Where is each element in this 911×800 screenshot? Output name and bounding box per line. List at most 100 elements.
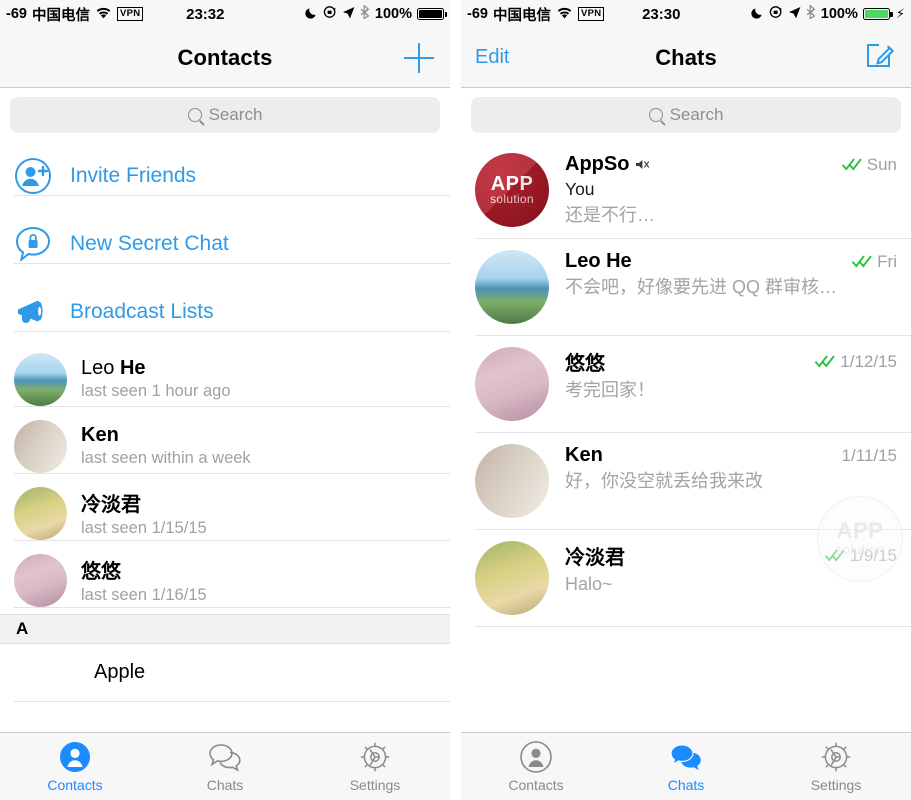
chat-row[interactable]: Leo He Fri 不会吧，好像要先进 QQ 群审核… <box>461 239 911 337</box>
chat-name: Ken <box>565 444 603 467</box>
contacts-list[interactable]: Invite Friends New Secret Chat Broadcast… <box>0 142 450 732</box>
tab-label: Chats <box>206 777 244 793</box>
carrier-name: 中国电信 <box>492 7 551 24</box>
search-container: Search <box>461 88 911 142</box>
status-bar: -69 中国电信 VPN 23:30 100% ⚡ <box>461 0 911 28</box>
contacts-screen: -69 中国电信 VPN 23:32 100% Contacts Search … <box>0 0 450 800</box>
person-filled-icon <box>58 740 92 774</box>
search-input[interactable]: Search <box>471 97 901 133</box>
contact-row[interactable]: Leo He last seen 1 hour ago <box>0 346 450 413</box>
chat-bubbles-icon <box>208 740 242 774</box>
bluetooth-icon <box>806 4 816 23</box>
gear-icon <box>819 740 853 774</box>
chat-message: 还是不行… <box>565 204 655 225</box>
vpn-badge: VPN <box>577 7 605 21</box>
chat-name: 悠悠 <box>565 353 605 376</box>
read-receipt-icon <box>815 355 836 368</box>
tab-contacts[interactable]: Contacts <box>0 740 150 793</box>
read-receipt-icon <box>852 255 873 268</box>
search-placeholder: Search <box>669 105 724 124</box>
lock-bubble-icon <box>14 225 52 263</box>
dual-screenshot: -69 中国电信 VPN 23:32 100% Contacts Search … <box>0 0 911 800</box>
add-contact-button[interactable] <box>404 42 434 73</box>
tab-settings[interactable]: Settings <box>300 740 450 793</box>
battery-icon <box>416 8 447 20</box>
contact-name: Ken <box>81 424 119 446</box>
bluetooth-icon <box>360 4 370 23</box>
tab-label: Settings <box>810 777 862 793</box>
chat-row[interactable]: 悠悠 1/12/15 考完回家！ <box>461 336 911 434</box>
compose-icon[interactable] <box>865 40 895 75</box>
page-title: Contacts <box>177 44 273 70</box>
signal-strength-value: -69 <box>467 6 488 22</box>
chat-date: 1/11/15 <box>841 445 897 465</box>
contact-row[interactable]: 冷淡君 last seen 1/15/15 <box>0 480 450 547</box>
chat-name: AppSo <box>565 153 630 175</box>
search-icon <box>187 108 202 122</box>
contact-name: Apple <box>94 661 146 683</box>
avatar-text-secondary: solution <box>490 192 534 206</box>
mute-icon <box>635 158 650 171</box>
contact-row-apple[interactable]: Apple <box>0 644 450 702</box>
battery-icon <box>862 8 893 20</box>
chat-row[interactable]: 冷淡君 1/9/15 Halo~ <box>461 530 911 628</box>
avatar <box>14 486 67 540</box>
contact-row[interactable]: Ken last seen within a week <box>0 413 450 480</box>
action-row-broadcast-lists[interactable]: Broadcast Lists <box>0 278 450 346</box>
avatar-text-primary: APP <box>490 173 534 195</box>
tab-chats[interactable]: Chats <box>150 740 300 793</box>
contact-status: last seen within a week <box>81 449 251 467</box>
status-time: 23:30 <box>642 5 681 23</box>
chat-date: Sun <box>866 154 897 174</box>
tab-contacts[interactable]: Contacts <box>461 740 611 793</box>
status-time: 23:32 <box>186 5 225 23</box>
status-bar: -69 中国电信 VPN 23:32 100% <box>0 0 450 28</box>
location-arrow-icon <box>342 6 355 23</box>
chats-list[interactable]: APP solution AppSo Sun You 还是不行… Leo He … <box>461 142 911 732</box>
panel-divider <box>450 0 461 800</box>
chat-date: 1/9/15 <box>849 545 897 565</box>
chat-author: You <box>565 179 595 199</box>
avatar <box>475 250 549 325</box>
chat-name: 冷淡君 <box>565 547 625 570</box>
wifi-icon <box>95 6 112 23</box>
rotation-lock-icon <box>323 5 337 23</box>
compose-button[interactable] <box>865 40 895 75</box>
rotation-lock-icon <box>769 5 783 23</box>
moon-icon <box>305 6 318 23</box>
search-container: Search <box>0 88 450 142</box>
section-header: A <box>0 614 450 644</box>
charging-bolt-icon: ⚡ <box>895 6 905 21</box>
contact-name: Leo He <box>81 357 146 379</box>
chat-bubbles-filled-icon <box>669 740 703 774</box>
contact-name: 悠悠 <box>81 561 121 583</box>
chat-row[interactable]: Ken 1/11/15 好，你没空就丢给我来改 <box>461 433 911 531</box>
plus-icon[interactable] <box>404 42 434 73</box>
action-row-invite-friends[interactable]: Invite Friends <box>0 142 450 210</box>
vpn-badge: VPN <box>116 7 144 21</box>
tab-bar: Contacts Chats Settings <box>461 732 911 800</box>
tab-bar: Contacts Chats Settings <box>0 732 450 800</box>
page-title: Chats <box>655 44 717 70</box>
action-row-new-secret-chat[interactable]: New Secret Chat <box>0 210 450 278</box>
tab-settings[interactable]: Settings <box>761 740 911 793</box>
tab-chats[interactable]: Chats <box>611 740 761 793</box>
contact-status: last seen 1/16/15 <box>81 586 207 604</box>
chat-row[interactable]: APP solution AppSo Sun You 还是不行… <box>461 142 911 240</box>
contact-name: 冷淡君 <box>81 494 141 516</box>
location-arrow-icon <box>788 6 801 23</box>
search-placeholder: Search <box>208 105 263 124</box>
action-label: Invite Friends <box>70 163 197 187</box>
chat-date: Fri <box>877 251 897 271</box>
moon-icon <box>751 6 764 23</box>
avatar <box>475 541 549 616</box>
edit-button[interactable]: Edit <box>475 46 509 69</box>
battery-percentage: 100% <box>820 6 858 22</box>
action-label: New Secret Chat <box>70 231 229 255</box>
navigation-bar: Edit Chats <box>461 28 911 88</box>
action-label: Broadcast Lists <box>70 299 214 323</box>
chat-message: Halo~ <box>565 574 613 595</box>
carrier-name: 中国电信 <box>31 7 90 24</box>
contact-row[interactable]: 悠悠 last seen 1/16/15 <box>0 547 450 614</box>
search-input[interactable]: Search <box>10 97 440 133</box>
